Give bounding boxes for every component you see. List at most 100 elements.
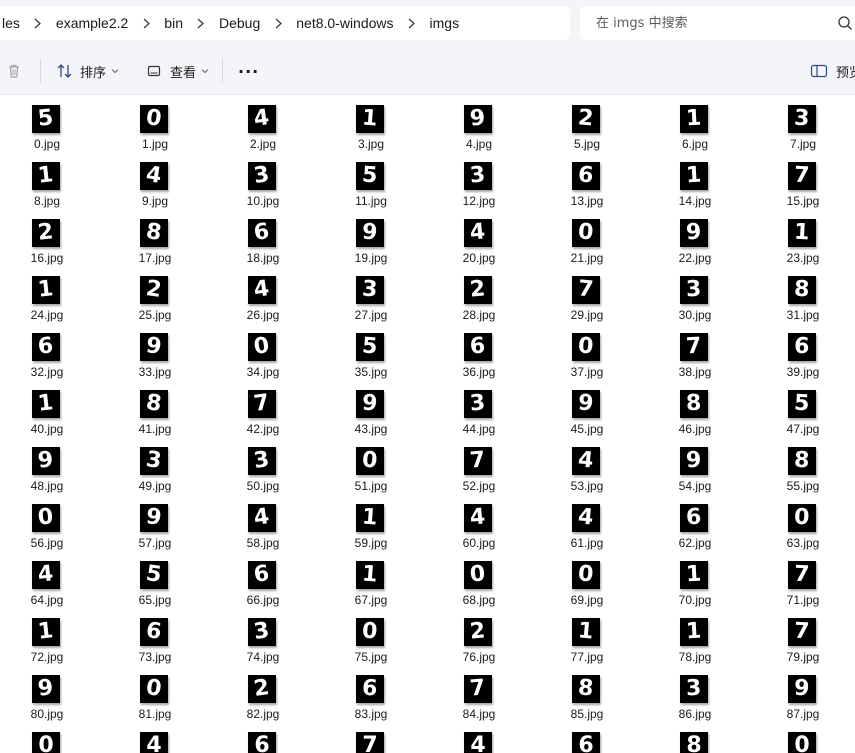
search-box[interactable] <box>580 6 855 40</box>
file-item[interactable]: 4 60.jpg <box>434 494 524 551</box>
file-item[interactable]: 0 <box>758 722 848 753</box>
file-item[interactable]: 5 11.jpg <box>326 152 416 209</box>
file-item[interactable]: 0 68.jpg <box>434 551 524 608</box>
file-item[interactable]: 7 84.jpg <box>434 665 524 722</box>
breadcrumb-item[interactable]: net8.0-windows <box>292 15 397 31</box>
file-item[interactable]: 5 47.jpg <box>758 380 848 437</box>
file-item[interactable]: 1 3.jpg <box>326 95 416 152</box>
file-item[interactable]: 1 23.jpg <box>758 209 848 266</box>
file-item[interactable]: 0 51.jpg <box>326 437 416 494</box>
file-item[interactable]: 0 1.jpg <box>110 95 200 152</box>
file-item[interactable]: 2 82.jpg <box>218 665 308 722</box>
file-item[interactable]: 1 78.jpg <box>650 608 740 665</box>
file-item[interactable]: 8 <box>650 722 740 753</box>
sort-button[interactable]: 排序 <box>56 48 120 94</box>
file-item[interactable]: 1 14.jpg <box>650 152 740 209</box>
file-item[interactable]: 4 9.jpg <box>110 152 200 209</box>
file-item[interactable]: 7 <box>326 722 416 753</box>
file-item[interactable]: 2 76.jpg <box>434 608 524 665</box>
file-item[interactable]: 9 54.jpg <box>650 437 740 494</box>
breadcrumb-item[interactable]: bin <box>160 15 187 31</box>
file-item[interactable]: 0 75.jpg <box>326 608 416 665</box>
file-item[interactable]: 1 77.jpg <box>542 608 632 665</box>
file-item[interactable]: 7 71.jpg <box>758 551 848 608</box>
file-item[interactable]: 7 42.jpg <box>218 380 308 437</box>
file-item[interactable]: 7 38.jpg <box>650 323 740 380</box>
delete-button[interactable] <box>6 48 22 94</box>
search-icon[interactable] <box>837 15 853 31</box>
file-item[interactable]: 8 55.jpg <box>758 437 848 494</box>
file-item[interactable]: 0 37.jpg <box>542 323 632 380</box>
file-item[interactable]: 4 58.jpg <box>218 494 308 551</box>
file-item[interactable]: 8 41.jpg <box>110 380 200 437</box>
breadcrumb-item[interactable]: Debug <box>215 15 264 31</box>
file-item[interactable]: 0 69.jpg <box>542 551 632 608</box>
file-item[interactable]: 1 6.jpg <box>650 95 740 152</box>
file-item[interactable]: 9 33.jpg <box>110 323 200 380</box>
file-item[interactable]: 2 5.jpg <box>542 95 632 152</box>
file-item[interactable]: 2 28.jpg <box>434 266 524 323</box>
file-item[interactable]: 6 18.jpg <box>218 209 308 266</box>
file-item[interactable]: 8 46.jpg <box>650 380 740 437</box>
file-item[interactable]: 1 40.jpg <box>2 380 92 437</box>
chevron-right-icon[interactable] <box>132 18 160 29</box>
file-item[interactable]: 9 22.jpg <box>650 209 740 266</box>
view-button[interactable]: 查看 <box>146 48 210 94</box>
file-item[interactable]: 6 13.jpg <box>542 152 632 209</box>
file-item[interactable]: 4 <box>110 722 200 753</box>
file-item[interactable]: 9 57.jpg <box>110 494 200 551</box>
file-item[interactable]: 0 81.jpg <box>110 665 200 722</box>
file-item[interactable]: 9 80.jpg <box>2 665 92 722</box>
address-bar[interactable]: les example2.2 bin Debug net8.0-windows … <box>0 6 570 40</box>
file-item[interactable]: 9 87.jpg <box>758 665 848 722</box>
file-item[interactable]: 0 21.jpg <box>542 209 632 266</box>
file-item[interactable]: 1 70.jpg <box>650 551 740 608</box>
file-item[interactable]: 2 25.jpg <box>110 266 200 323</box>
file-item[interactable]: 0 56.jpg <box>2 494 92 551</box>
file-item[interactable]: 3 7.jpg <box>758 95 848 152</box>
file-item[interactable]: 0 34.jpg <box>218 323 308 380</box>
file-item[interactable]: 6 39.jpg <box>758 323 848 380</box>
file-item[interactable]: 7 29.jpg <box>542 266 632 323</box>
file-item[interactable]: 6 <box>542 722 632 753</box>
breadcrumb-item[interactable]: les <box>0 15 24 31</box>
file-item[interactable]: 9 43.jpg <box>326 380 416 437</box>
breadcrumb-item[interactable]: imgs <box>426 15 464 31</box>
file-item[interactable]: 1 72.jpg <box>2 608 92 665</box>
file-item[interactable]: 9 45.jpg <box>542 380 632 437</box>
file-item[interactable]: 1 24.jpg <box>2 266 92 323</box>
file-item[interactable]: 7 79.jpg <box>758 608 848 665</box>
breadcrumb-item[interactable]: example2.2 <box>52 15 132 31</box>
file-item[interactable]: 4 53.jpg <box>542 437 632 494</box>
file-item[interactable]: 3 86.jpg <box>650 665 740 722</box>
file-item[interactable]: 9 19.jpg <box>326 209 416 266</box>
file-item[interactable]: 3 27.jpg <box>326 266 416 323</box>
file-item[interactable]: 7 52.jpg <box>434 437 524 494</box>
file-item[interactable]: 6 36.jpg <box>434 323 524 380</box>
file-item[interactable]: 6 32.jpg <box>2 323 92 380</box>
file-item[interactable]: 3 50.jpg <box>218 437 308 494</box>
file-item[interactable]: 4 61.jpg <box>542 494 632 551</box>
file-item[interactable]: 4 26.jpg <box>218 266 308 323</box>
file-item[interactable]: 9 4.jpg <box>434 95 524 152</box>
file-item[interactable]: 5 35.jpg <box>326 323 416 380</box>
chevron-right-icon[interactable] <box>187 18 215 29</box>
file-item[interactable]: 3 10.jpg <box>218 152 308 209</box>
chevron-right-icon[interactable] <box>264 18 292 29</box>
chevron-right-icon[interactable] <box>24 18 52 29</box>
file-item[interactable]: 6 83.jpg <box>326 665 416 722</box>
file-item[interactable]: 3 49.jpg <box>110 437 200 494</box>
search-input[interactable] <box>594 14 828 32</box>
file-item[interactable]: 7 15.jpg <box>758 152 848 209</box>
file-item[interactable]: 8 17.jpg <box>110 209 200 266</box>
file-item[interactable]: 4 64.jpg <box>2 551 92 608</box>
file-item[interactable]: 3 44.jpg <box>434 380 524 437</box>
file-item[interactable]: 2 16.jpg <box>2 209 92 266</box>
preview-pane-button[interactable]: 预览 <box>810 48 855 94</box>
file-item[interactable]: 0 <box>2 722 92 753</box>
file-item[interactable]: 6 62.jpg <box>650 494 740 551</box>
file-item[interactable]: 4 2.jpg <box>218 95 308 152</box>
file-item[interactable]: 9 48.jpg <box>2 437 92 494</box>
file-item[interactable]: 1 59.jpg <box>326 494 416 551</box>
file-item[interactable]: 6 73.jpg <box>110 608 200 665</box>
